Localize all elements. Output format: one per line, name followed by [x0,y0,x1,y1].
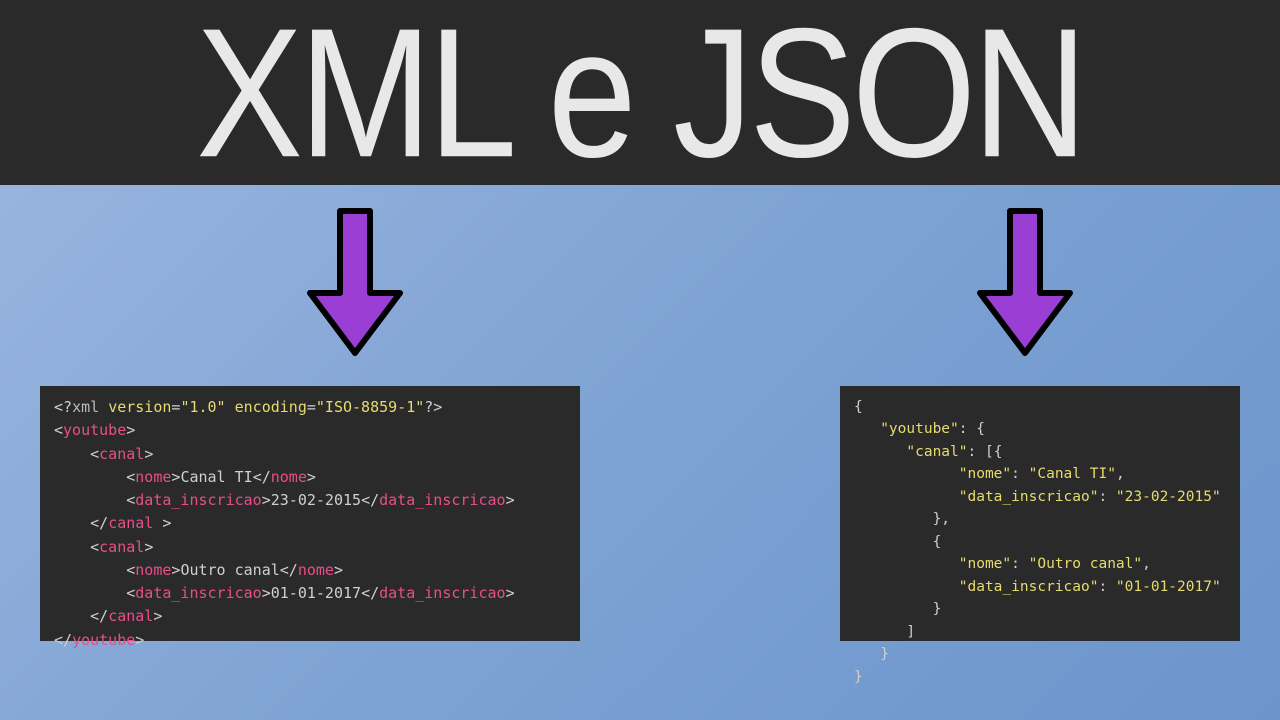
xml-column: <?xml version="1.0" encoding="ISO-8859-1… [40,185,580,720]
xml-code-block: <?xml version="1.0" encoding="ISO-8859-1… [40,386,580,641]
json-column: { "youtube": { "canal": [{ "nome": "Cana… [840,185,1240,720]
arrow-down-icon [300,203,410,368]
arrow-down-icon [970,203,1080,368]
page-title: XML e JSON [196,1,1084,185]
content-area: <?xml version="1.0" encoding="ISO-8859-1… [0,185,1280,720]
header-bar: XML e JSON [0,0,1280,185]
json-code-block: { "youtube": { "canal": [{ "nome": "Cana… [840,386,1240,641]
